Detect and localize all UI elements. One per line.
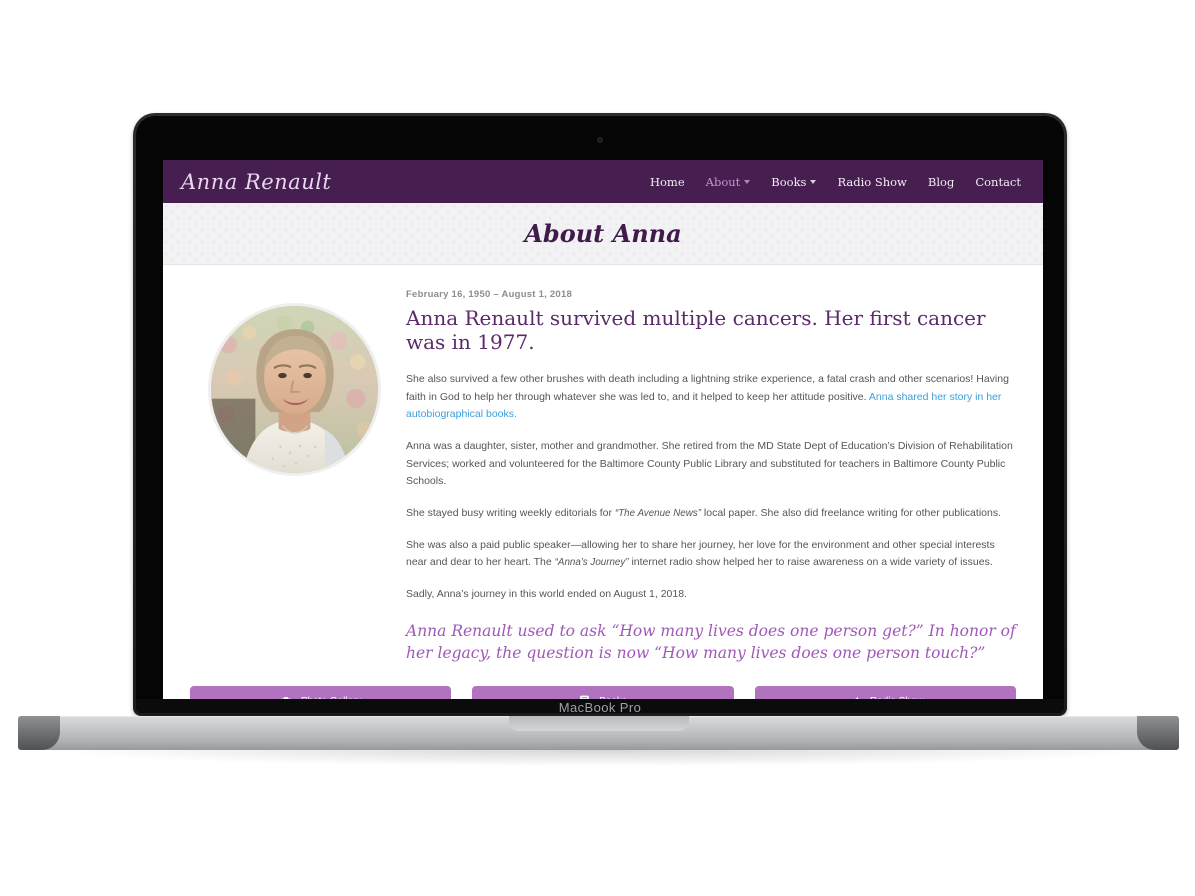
avatar [207, 303, 381, 476]
laptop-base-shadow [58, 750, 1139, 766]
site-navbar: Anna Renault Home About Books Radio Show… [163, 160, 1043, 203]
page-title: About Anna [524, 219, 682, 248]
annas-journey-title: “Anna’s Journey” [554, 557, 629, 569]
nav-label-radio-show: Radio Show [837, 174, 907, 189]
laptop-base-left-edge [18, 716, 60, 750]
screenshot-stage: Anna Renault Home About Books Radio Show… [0, 0, 1195, 896]
nav-item-books[interactable]: Books [771, 174, 817, 189]
avenue-news-title: “The Avenue News” [614, 507, 701, 519]
laptop-screen: Anna Renault Home About Books Radio Show… [163, 160, 1043, 705]
webcam-dot-icon [597, 137, 603, 143]
device-model-label: MacBook Pro [558, 700, 642, 713]
nav-item-about[interactable]: About [706, 175, 751, 189]
main-navigation: Home About Books Radio Show Blog Contact [650, 175, 1021, 189]
paragraph-3-part-a: She stayed busy writing weekly editorial… [406, 506, 615, 519]
laptop-base-right-edge [1137, 716, 1179, 750]
nav-item-home[interactable]: Home [650, 175, 685, 189]
paragraph-2: Anna was a daughter, sister, mother and … [406, 440, 1013, 488]
chevron-down-icon [810, 179, 817, 184]
nav-item-contact[interactable]: Contact [975, 175, 1021, 189]
paragraph-4-part-b: internet radio show helped her to raise … [628, 556, 993, 569]
chevron-down-icon [744, 179, 751, 184]
nav-label-contact: Contact [975, 174, 1021, 189]
page-title-banner: About Anna [163, 203, 1043, 265]
laptop-base-notch [508, 716, 689, 731]
nav-item-radio-show[interactable]: Radio Show [837, 175, 906, 189]
pull-quote: Anna Renault used to ask “How many lives… [406, 622, 1016, 662]
paragraph-5: Sadly, Anna’s journey in this world ende… [406, 587, 687, 600]
website-viewport: Anna Renault Home About Books Radio Show… [163, 160, 1043, 705]
lifespan-dates: February 16, 1950 – August 1, 2018 [406, 289, 573, 300]
nav-label-books: Books [771, 174, 807, 189]
laptop-base [18, 716, 1179, 766]
nav-label-blog: Blog [927, 174, 955, 189]
text-column: February 16, 1950 – August 1, 2018 Anna … [398, 289, 1016, 664]
nav-label-home: Home [649, 174, 685, 189]
site-logo[interactable]: Anna Renault [181, 170, 331, 194]
portrait-column [190, 289, 398, 664]
nav-label-about: About [705, 174, 741, 189]
nav-item-blog[interactable]: Blog [928, 175, 954, 189]
page-content: February 16, 1950 – August 1, 2018 Anna … [163, 265, 1043, 664]
paragraph-3: She stayed busy writing weekly editorial… [406, 505, 1016, 523]
article-headline: Anna Renault survived multiple cancers. … [406, 306, 986, 354]
paragraph-4: She was also a paid public speaker—allow… [406, 537, 1016, 572]
portrait-photo [210, 306, 378, 473]
laptop-bezel: Anna Renault Home About Books Radio Show… [136, 116, 1064, 713]
paragraph-3-part-b: local paper. She also did freelance writ… [700, 506, 1001, 519]
laptop-lid: Anna Renault Home About Books Radio Show… [133, 113, 1067, 716]
paragraph-1: She also survived a few other brushes wi… [406, 371, 1016, 424]
